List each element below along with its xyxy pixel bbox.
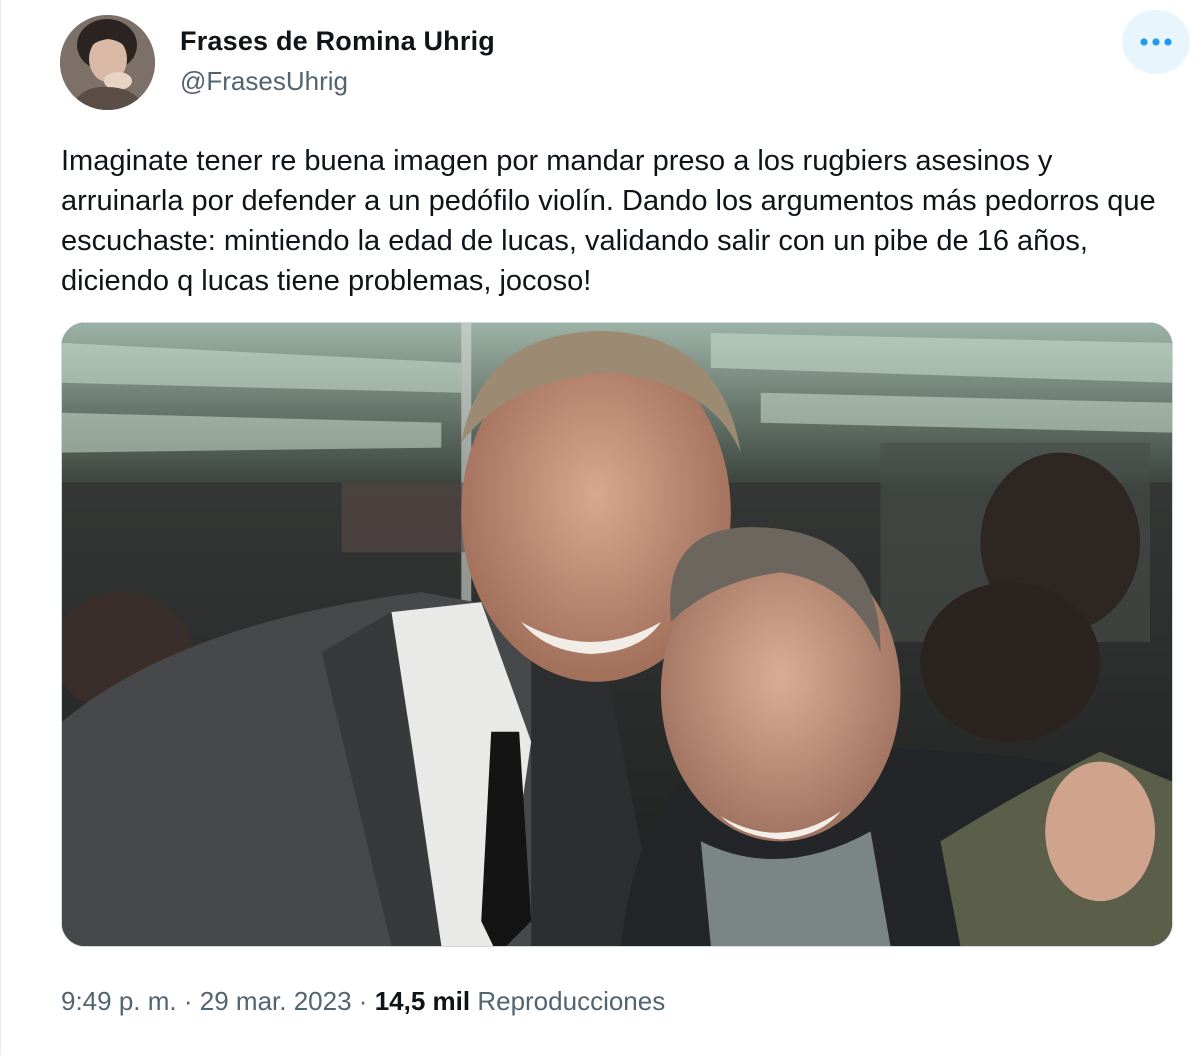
tweet-date: 29 mar. 2023: [199, 986, 352, 1016]
tweet-text: Imaginate tener re buena imagen por mand…: [61, 145, 1156, 297]
views-label: Reproducciones: [477, 986, 666, 1016]
tweet-card: Frases de Romina Uhrig @FrasesUhrig Imag…: [0, 0, 1200, 1055]
meta-separator: ·: [183, 986, 193, 1016]
tweet-media-photo[interactable]: [61, 322, 1173, 947]
views-count: 14,5 mil: [374, 986, 471, 1016]
author-handle[interactable]: @FrasesUhrig: [180, 66, 348, 97]
tweet-time-link[interactable]: 9:49 p. m. · 29 mar. 2023: [61, 986, 352, 1016]
more-horizontal-icon: [1140, 38, 1172, 46]
meta-separator-views: ·: [358, 986, 368, 1016]
avatar-photo: [60, 15, 155, 110]
tweet-meta: 9:49 p. m. · 29 mar. 2023 · 14,5 mil Rep…: [61, 986, 665, 1017]
photo-illustration: [62, 323, 1172, 946]
more-options-button[interactable]: [1122, 10, 1190, 74]
author-display-name[interactable]: Frases de Romina Uhrig: [180, 26, 495, 57]
author-avatar[interactable]: [60, 15, 155, 110]
tweet-time: 9:49 p. m.: [61, 986, 177, 1016]
